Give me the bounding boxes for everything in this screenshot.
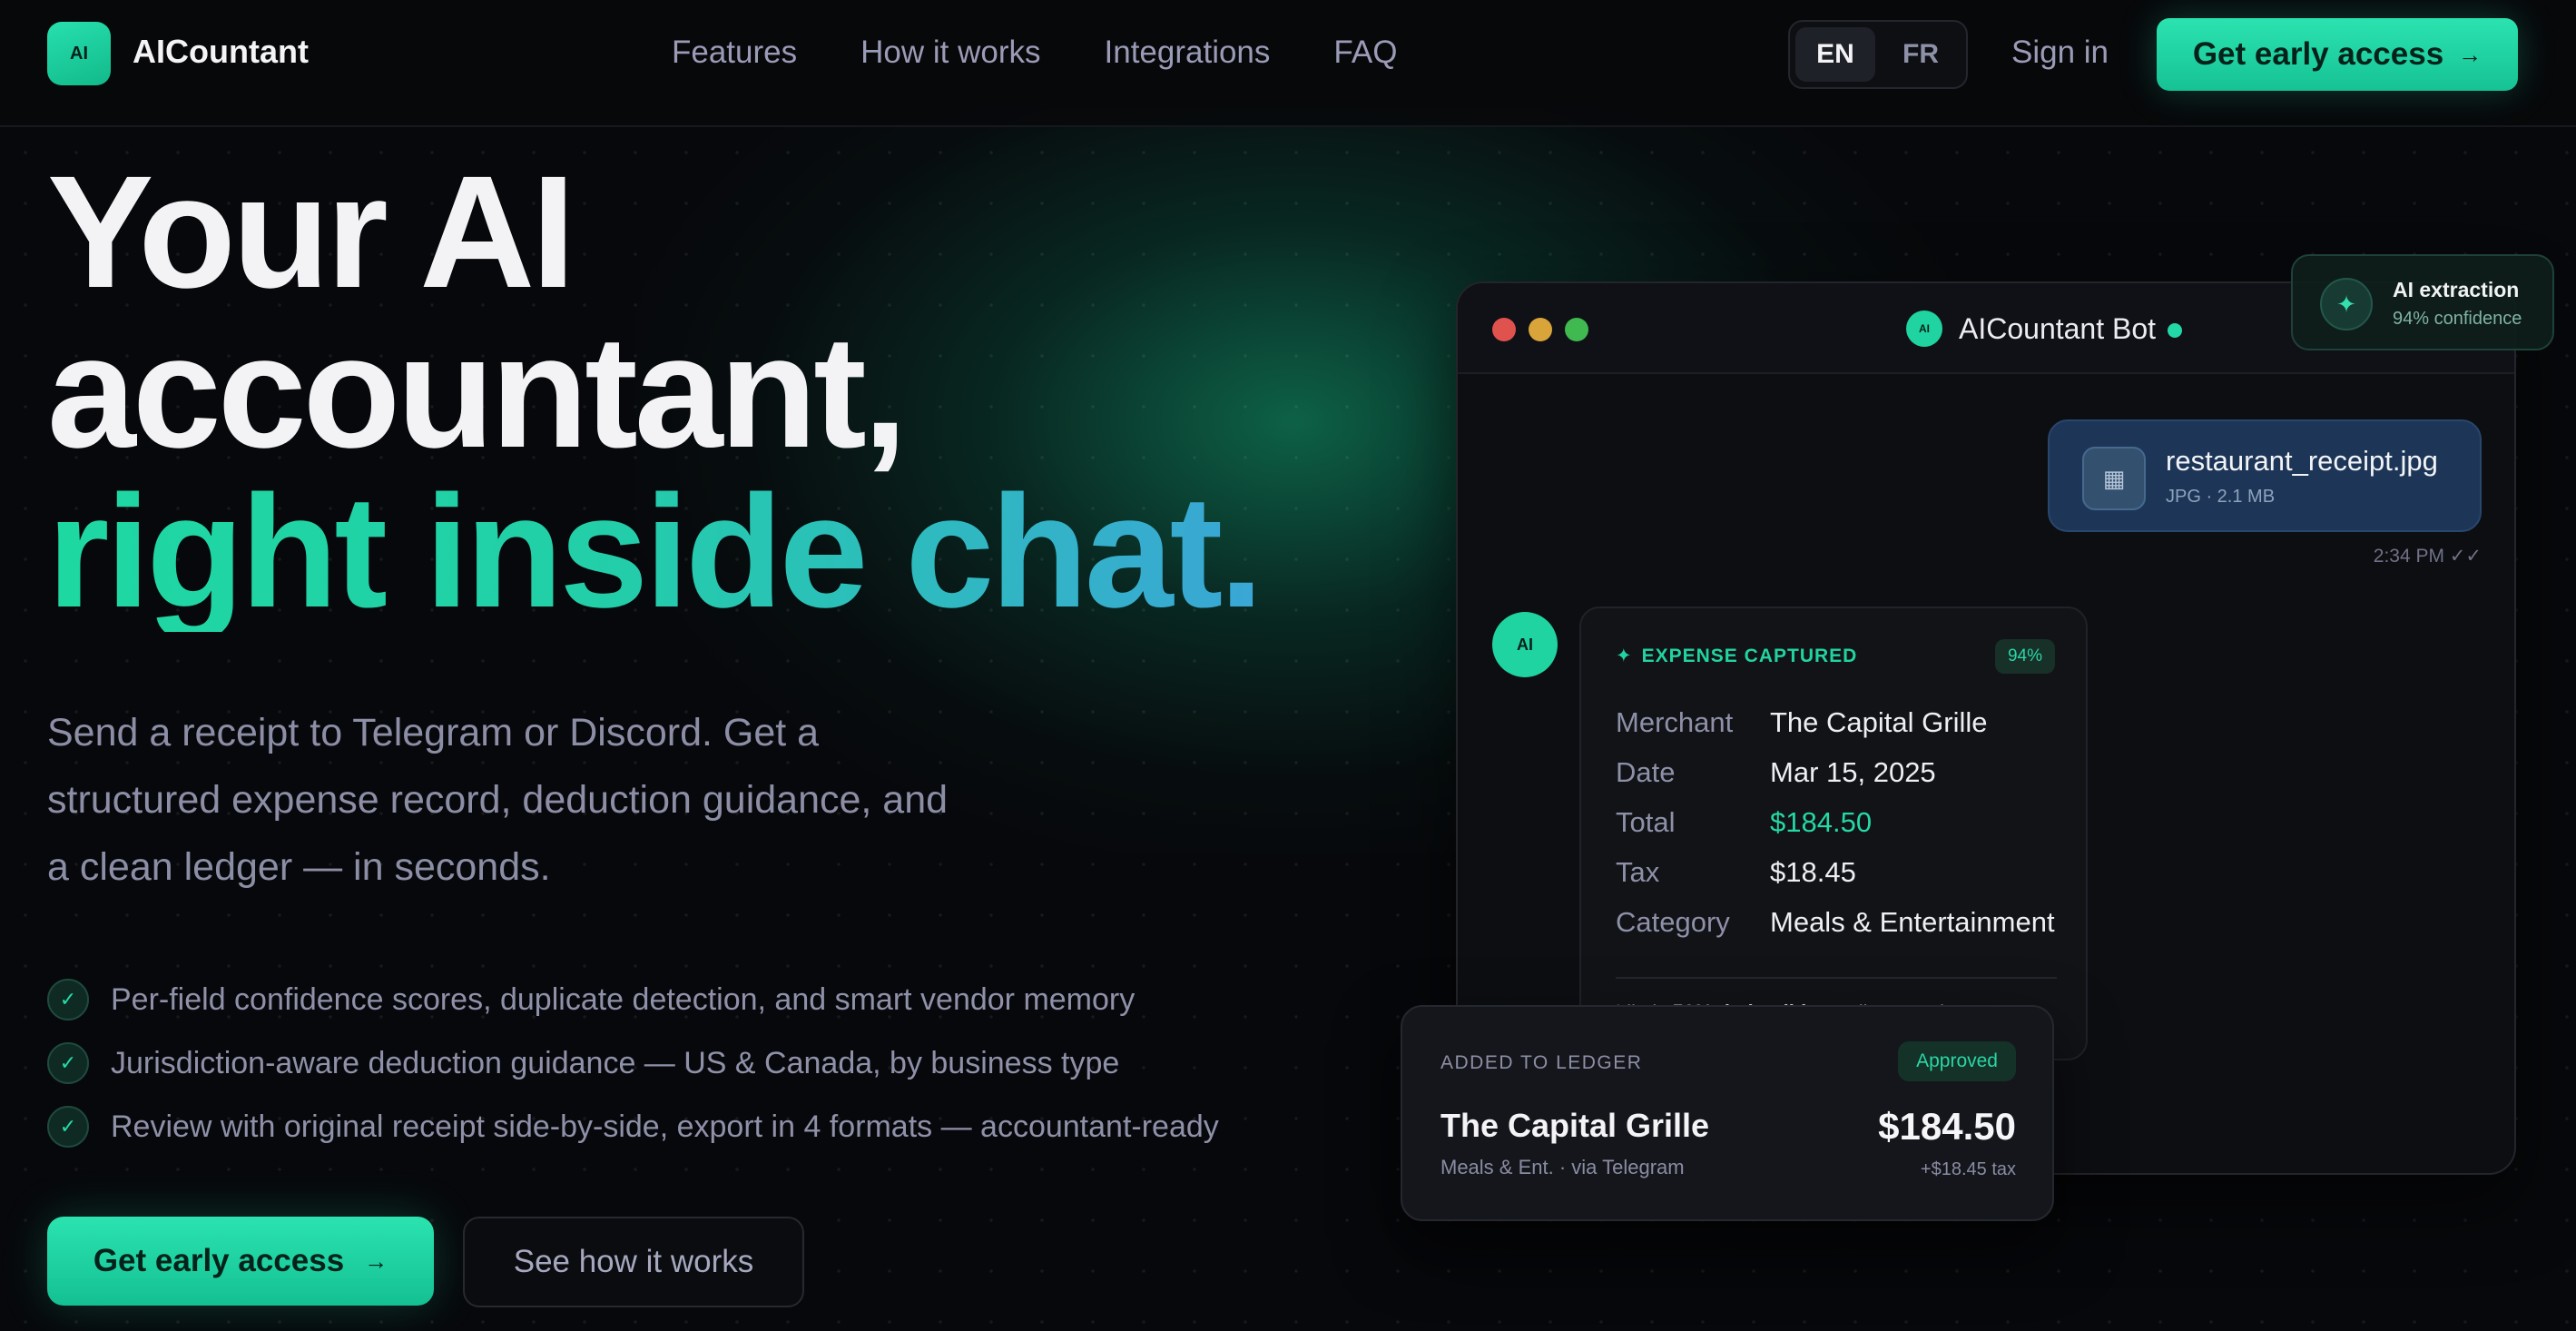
get-early-access-button[interactable]: Get early access → [2157, 18, 2518, 91]
expense-header: ✦ EXPENSE CAPTURED [1616, 645, 1857, 667]
see-how-it-works-button[interactable]: See how it works [463, 1217, 804, 1307]
cta-label: Get early access [2192, 36, 2444, 72]
hero-headline: Your AI accountant, right inside chat. [47, 143, 1263, 641]
ledger-merchant: The Capital Grille [1440, 1107, 1710, 1144]
ledger-tax: +$18.45 tax [1920, 1159, 2016, 1179]
ledger-card: ADDED TO LEDGER Approved The Capital Gri… [1401, 1005, 2054, 1221]
feature-item: ✓ Review with original receipt side-by-s… [47, 1095, 1219, 1158]
field-label: Tax [1616, 856, 1660, 888]
expense-header-label: EXPENSE CAPTURED [1641, 645, 1858, 666]
feature-item: ✓ Per-field confidence scores, duplicate… [47, 968, 1219, 1031]
bot-name: AICountant Bot [1959, 312, 2157, 345]
ledger-amount: $184.50 [1878, 1105, 2016, 1148]
nav-link-faq[interactable]: FAQ [1333, 35, 1397, 71]
field-label: Date [1616, 756, 1676, 788]
bot-avatar: AI [1906, 311, 1942, 347]
field-value: The Capital Grille [1770, 706, 1988, 738]
field-label: Merchant [1616, 706, 1734, 738]
hero-subtitle: Send a receipt to Telegram or Discord. G… [47, 711, 949, 889]
nav-links: Features How it works Integrations FAQ [672, 35, 1397, 71]
maximize-window-icon[interactable] [1565, 318, 1588, 341]
cta-label: Get early access [93, 1243, 345, 1278]
field-value: $184.50 [1770, 806, 1873, 838]
sparkle-icon: ✦ [2320, 278, 2373, 330]
divider [1616, 977, 2057, 979]
image-file-icon: ▦ [2082, 447, 2146, 510]
top-nav: AI AICountant Features How it works Inte… [0, 0, 2576, 127]
ai-extraction-pill: ✦ AI extraction 94% confidence [2291, 254, 2554, 350]
field-label: Category [1616, 906, 1730, 938]
nav-link-features[interactable]: Features [672, 35, 797, 71]
field-value: Meals & Entertainment [1770, 906, 2055, 938]
online-status-icon [2168, 323, 2182, 338]
lang-en-button[interactable]: EN [1795, 27, 1875, 82]
nav-link-how-it-works[interactable]: How it works [860, 35, 1040, 71]
arrow-right-icon: → [2458, 40, 2483, 68]
feature-list: ✓ Per-field confidence scores, duplicate… [47, 968, 1219, 1158]
field-value: $18.45 [1770, 856, 1856, 888]
lang-fr-button[interactable]: FR [1881, 27, 1961, 82]
file-meta: JPG · 2.1 MB [2166, 487, 2276, 507]
check-icon: ✓ [47, 979, 89, 1020]
feature-text: Jurisdiction-aware deduction guidance — … [111, 1045, 1120, 1080]
approved-badge: Approved [1898, 1041, 2016, 1081]
field-label: Total [1616, 806, 1676, 838]
confidence-badge: 94% [1994, 639, 2055, 674]
field-value: Mar 15, 2025 [1770, 756, 1936, 788]
check-icon: ✓ [47, 1042, 89, 1084]
feature-text: Review with original receipt side-by-sid… [111, 1109, 1219, 1144]
message-timestamp: 2:34 PM ✓✓ [2373, 546, 2482, 567]
arrow-right-icon: → [364, 1247, 388, 1275]
nav-link-integrations[interactable]: Integrations [1105, 35, 1271, 71]
feature-item: ✓ Jurisdiction-aware deduction guidance … [47, 1031, 1219, 1095]
sign-in-link[interactable]: Sign in [2011, 35, 2109, 71]
logo-icon[interactable]: AI [47, 22, 111, 85]
feature-text: Per-field confidence scores, duplicate d… [111, 981, 1136, 1017]
ai-extraction-title: AI extraction [2393, 278, 2520, 301]
check-icon: ✓ [47, 1106, 89, 1148]
sparkle-icon: ✦ [1616, 646, 1633, 666]
bot-avatar: AI [1492, 612, 1558, 677]
ledger-meta: Meals & Ent. · via Telegram [1440, 1156, 1685, 1178]
close-window-icon[interactable] [1492, 318, 1516, 341]
ai-extraction-confidence: 94% confidence [2393, 309, 2522, 329]
minimize-window-icon[interactable] [1529, 318, 1552, 341]
file-name: restaurant_receipt.jpg [2166, 445, 2438, 477]
file-message-bubble[interactable]: ▦ restaurant_receipt.jpg JPG · 2.1 MB [2048, 419, 2482, 532]
hero-line-3: right inside chat. [47, 463, 1263, 641]
brand-name[interactable]: AICountant [133, 33, 309, 71]
hero-get-early-access-button[interactable]: Get early access → [47, 1217, 434, 1306]
hero-line-1: Your AI [47, 143, 575, 321]
language-switcher: EN FR [1788, 20, 1968, 89]
ledger-label: ADDED TO LEDGER [1440, 1052, 1643, 1073]
expense-card: ✦ EXPENSE CAPTURED 94% Merchant The Capi… [1579, 606, 2088, 1060]
hero-line-2: accountant, [47, 303, 908, 481]
